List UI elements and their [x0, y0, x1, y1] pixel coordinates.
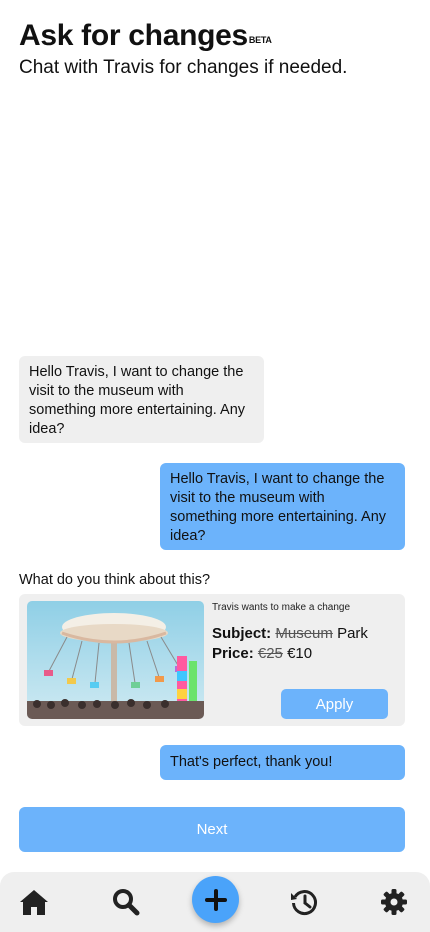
gear-icon [381, 889, 407, 915]
nav-settings[interactable] [378, 886, 410, 918]
assistant-prompt: What do you think about this? [19, 572, 211, 588]
add-icon [204, 888, 227, 911]
page-header: Ask for changesBETA Chat with Travis for… [19, 18, 347, 80]
price-label: Price: [212, 645, 254, 662]
subject-new-value: Park [337, 625, 368, 642]
next-button[interactable]: Next [19, 807, 405, 852]
beta-badge: BETA [248, 35, 272, 45]
page-subtitle: Chat with Travis for changes if needed. [19, 57, 348, 78]
subject-label: Subject: [212, 625, 272, 642]
page-title-text: Ask for changes [19, 19, 248, 52]
page-title: Ask for changesBETA [19, 18, 347, 54]
change-note: Travis wants to make a change [212, 602, 351, 613]
search-icon [113, 889, 140, 916]
price-row: Price: €25 €10 [212, 644, 312, 663]
incoming-message: Hello Travis, I want to change the visit… [19, 356, 264, 443]
add-button[interactable] [192, 876, 239, 923]
price-new-value: €10 [287, 645, 313, 662]
carousel-photo [27, 601, 204, 719]
carousel-illustration [27, 601, 204, 719]
change-proposal-card: Travis wants to make a change Subject: M… [19, 594, 405, 726]
nav-home[interactable] [18, 886, 50, 918]
nav-history[interactable] [288, 886, 320, 918]
nav-search[interactable] [110, 886, 142, 918]
apply-button[interactable]: Apply [281, 689, 388, 719]
price-old-value: €25 [257, 645, 283, 662]
bottom-navigation [0, 872, 430, 932]
subject-row: Subject: Museum Park [212, 624, 368, 643]
home-icon [20, 890, 48, 915]
subject-old-value: Museum [275, 625, 333, 642]
outgoing-message: Hello Travis, I want to change the visit… [160, 463, 405, 550]
reply-message: That's perfect, thank you! [160, 745, 405, 780]
history-icon [291, 890, 317, 916]
